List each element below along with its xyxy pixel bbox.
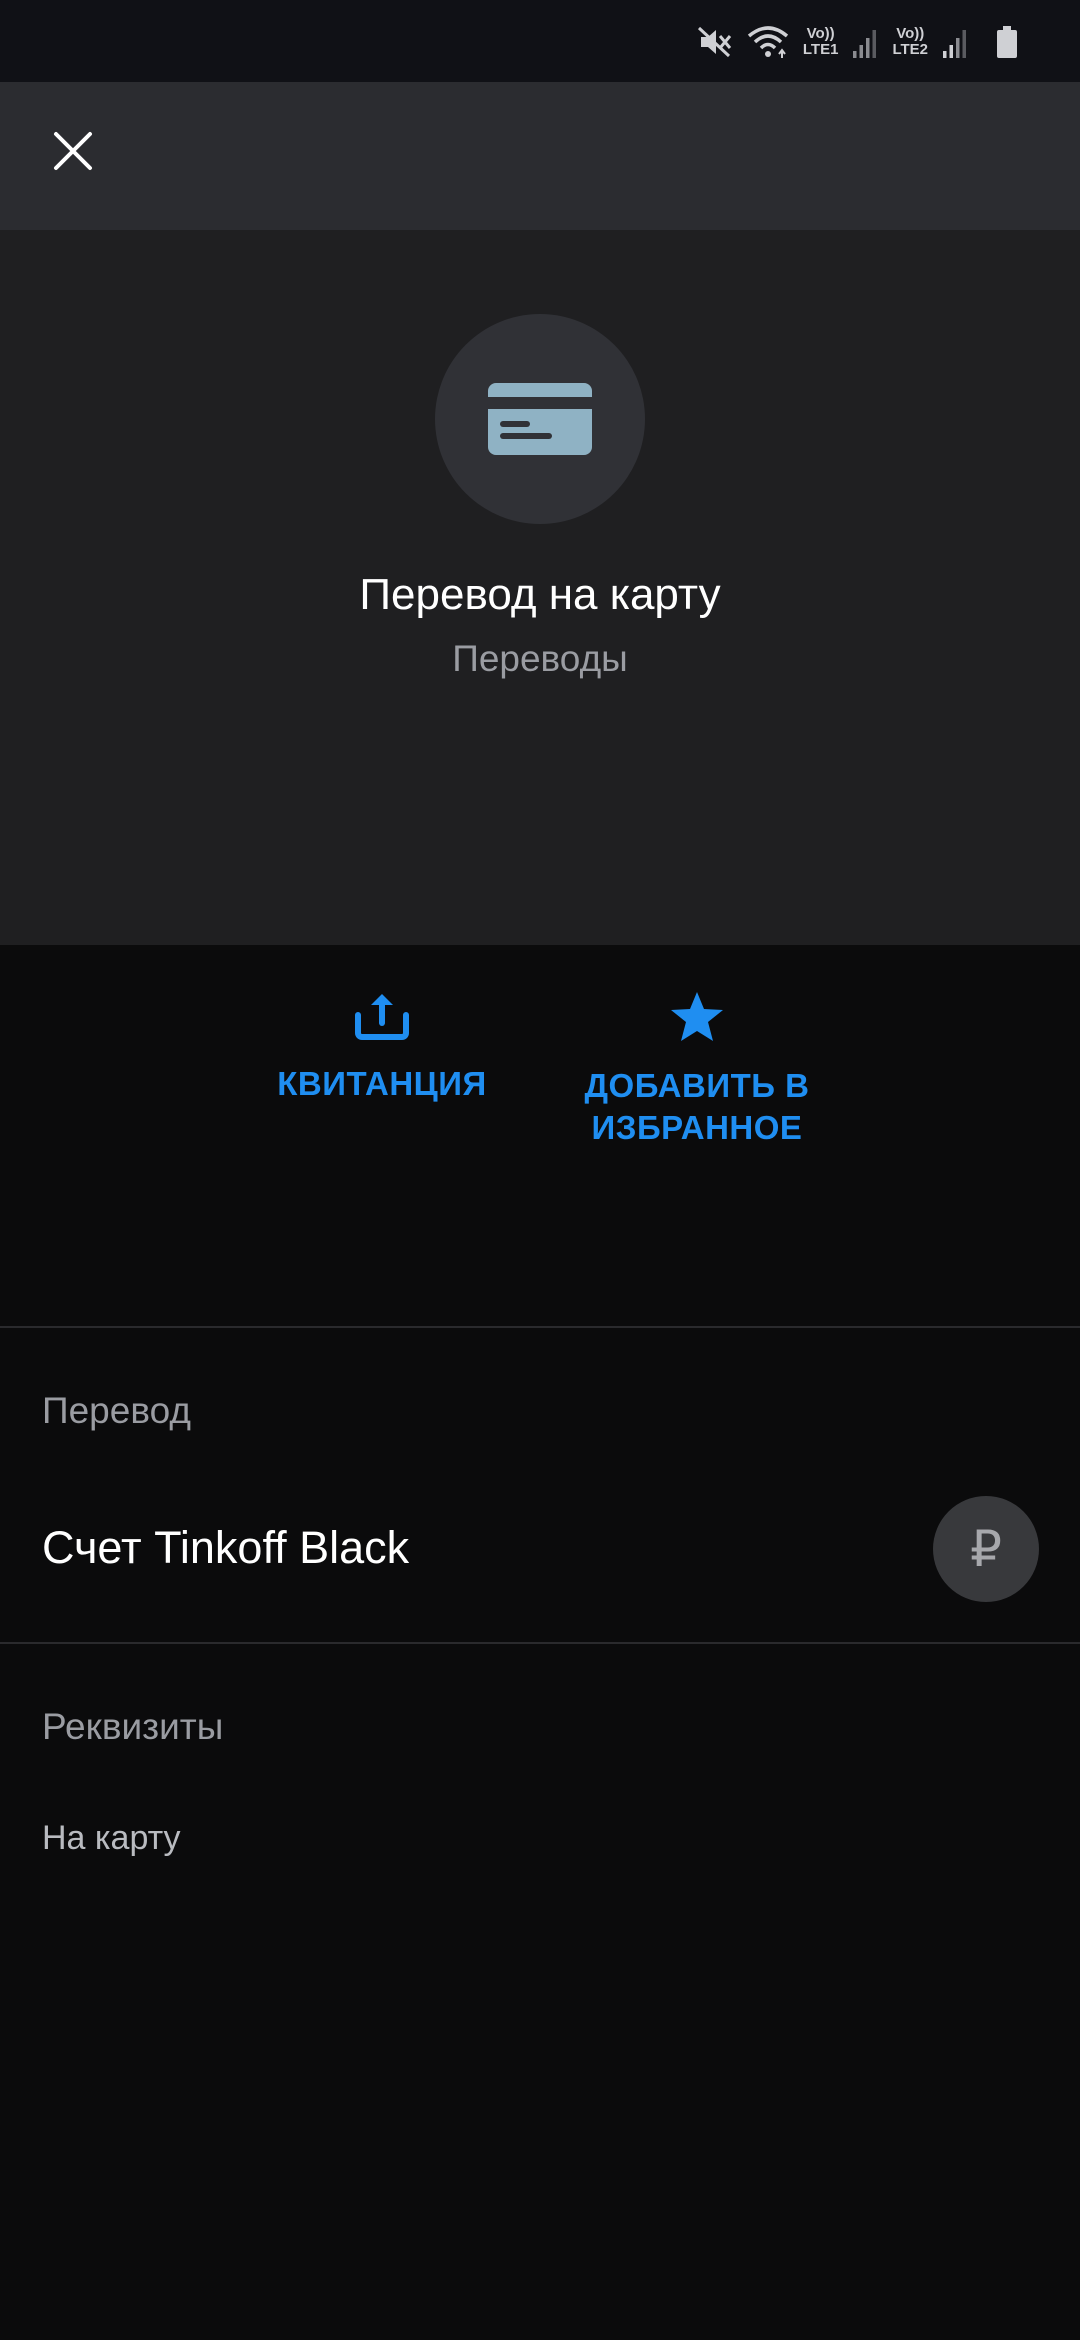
signal-1-icon (852, 25, 878, 59)
account-name[interactable]: Счет Tinkoff Black (42, 1522, 409, 1574)
signal-2-icon (942, 25, 968, 59)
battery-icon (996, 25, 1018, 59)
favorites-label: ДОБАВИТЬ В ИЗБРАННОЕ (584, 1067, 810, 1146)
add-to-favorites-button[interactable]: ДОБАВИТЬ В ИЗБРАННОЕ (557, 991, 837, 1149)
status-bar: Vo)) LTE1 Vo)) LTE2 (0, 0, 1080, 82)
operation-title: Перевод на карту (359, 570, 721, 619)
receipt-button[interactable]: КВИТАНЦИЯ (242, 991, 522, 1105)
divider (0, 1326, 1080, 1328)
transfer-section-label: Перевод (42, 1390, 191, 1431)
operation-header: Перевод на карту Переводы (0, 230, 1080, 945)
app-bar (0, 82, 1080, 230)
close-icon[interactable] (53, 131, 93, 171)
receipt-label: КВИТАНЦИЯ (277, 1065, 487, 1102)
credit-card-icon (488, 383, 592, 455)
share-upload-icon (355, 994, 409, 1040)
close-button[interactable] (38, 116, 108, 186)
network-2-label: Vo)) LTE2 (892, 25, 928, 58)
ruble-currency-icon[interactable]: ₽ (933, 1496, 1039, 1602)
operation-category: Переводы (452, 638, 628, 679)
mute-icon (697, 24, 733, 60)
star-icon (671, 992, 723, 1041)
wifi-icon (747, 24, 789, 60)
network-1-label: Vo)) LTE1 (802, 25, 839, 58)
details-section-label: Реквизиты (42, 1706, 224, 1747)
actions-panel: КВИТАНЦИЯ ДОБАВИТЬ В ИЗБРАННОЕ (0, 945, 1080, 1327)
status-icons: Vo)) LTE1 Vo)) LTE2 (697, 18, 1018, 66)
operation-avatar (435, 314, 645, 524)
divider (0, 1642, 1080, 1644)
details-value: На карту (42, 1819, 181, 1857)
